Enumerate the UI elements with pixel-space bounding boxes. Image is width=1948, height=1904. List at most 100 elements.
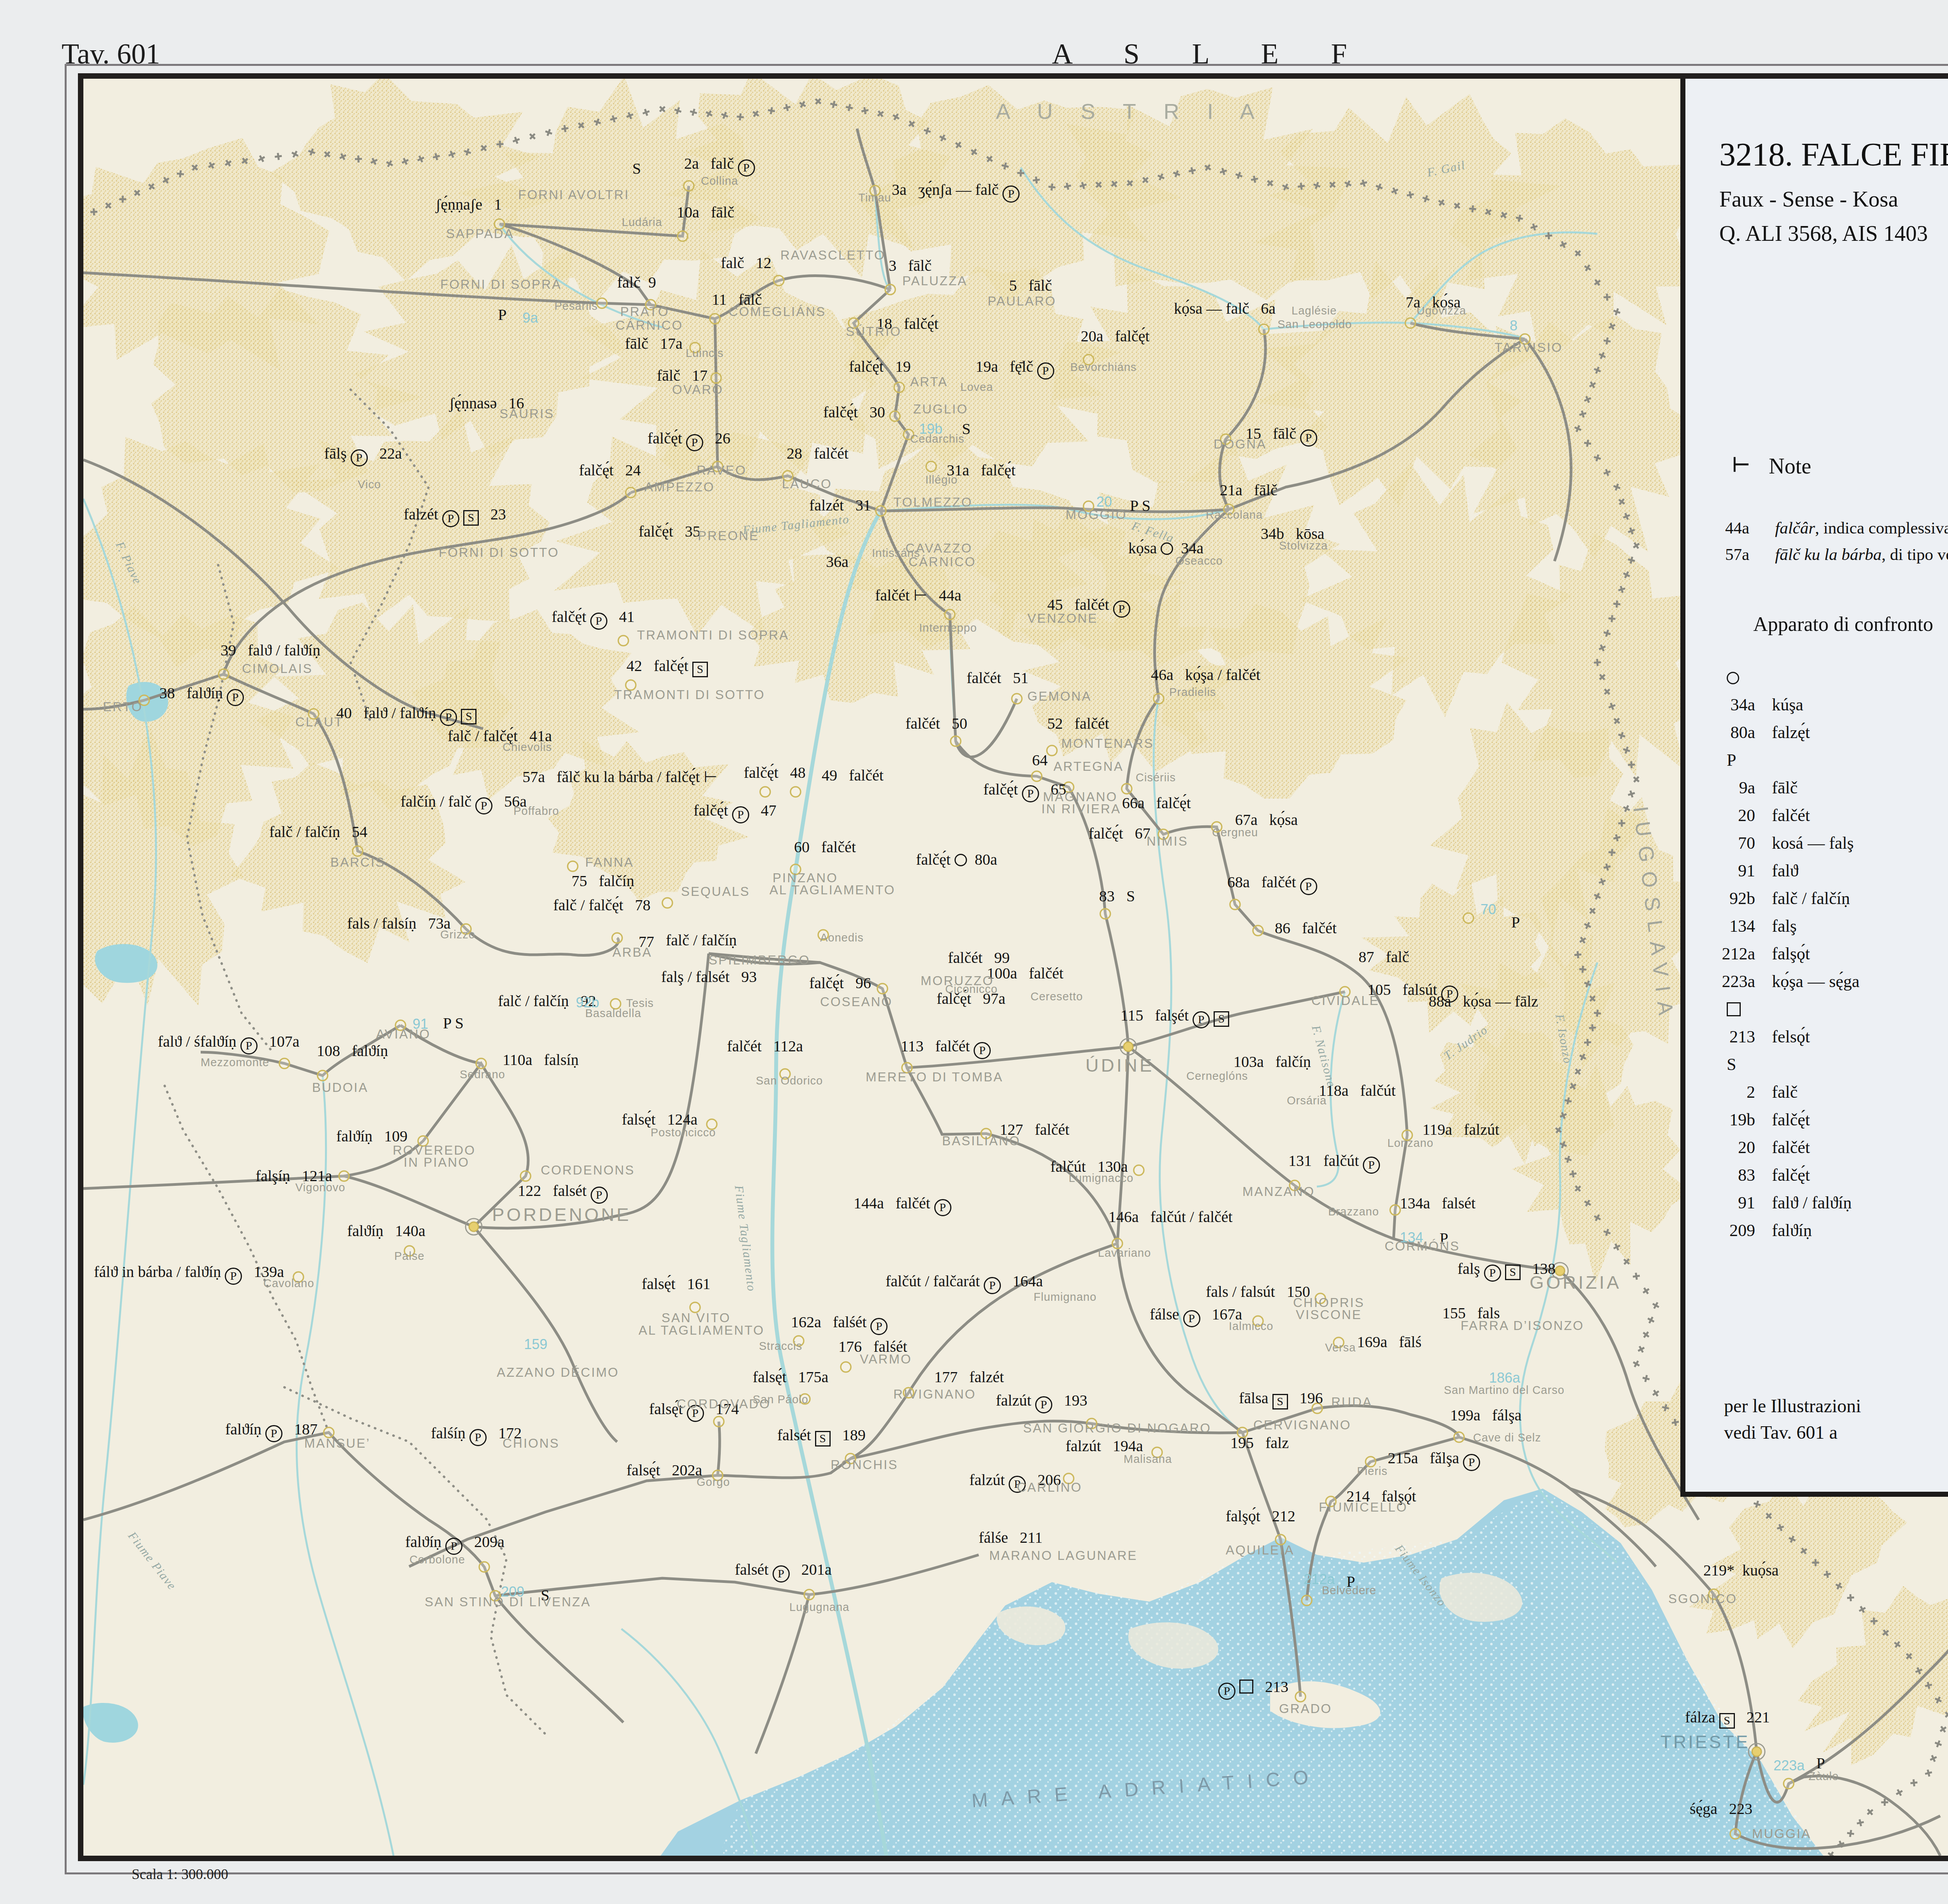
place-name: AQUILEIA <box>1226 1544 1294 1556</box>
region-label: MARE ADRIATICO <box>971 1766 1322 1810</box>
place-name: RONCHIS <box>831 1458 898 1471</box>
place-name: MANZANO <box>1242 1185 1315 1198</box>
river-label: Fiume Piave <box>126 1530 179 1592</box>
region-label: A U S T R I A <box>996 101 1265 122</box>
dialect-label: falsę́t 161 <box>642 1276 711 1292</box>
place-name: Gorgo <box>697 1477 730 1488</box>
river-label: F. Piave <box>114 540 144 586</box>
panel-title: 3218. FALCE FIENAIA, FRULLANA <box>1719 136 1948 173</box>
dialect-label: 57a fǎlč ku la bárba / falčę́t ⊢ <box>522 769 717 785</box>
apparato-num: 92b <box>1706 888 1755 908</box>
place-name: Postoncicco <box>651 1127 716 1138</box>
place-name: Bevorchiáns <box>1070 362 1137 373</box>
dialect-label: fālsa S 196 <box>1239 1390 1323 1409</box>
apparato-num: 20 <box>1706 805 1755 825</box>
dialect-label: falčíṇ / falč P 56a <box>401 794 527 814</box>
circled-p: P <box>738 159 755 177</box>
dialect-label: fálϑ in bárba / falϑíṇ P 139a <box>94 1264 284 1285</box>
square-symbol <box>1239 1680 1253 1694</box>
apparato-form: falčę́t <box>1772 1110 1810 1130</box>
river-label: T. Judrio <box>1442 1023 1490 1062</box>
point-number: 19b <box>919 422 942 436</box>
dialect-label: 87 falč <box>1359 949 1409 965</box>
dialect-label: falϑ / śfalϑíṇ P 107a <box>158 1034 300 1054</box>
point-number: 9a <box>522 311 538 325</box>
squared-s: S <box>1272 1394 1288 1409</box>
apparato-num: 70 <box>1706 833 1755 853</box>
city-name: GORIZIA <box>1530 1273 1621 1291</box>
dialect-label: falzét 31 <box>809 498 871 513</box>
place-name: ERTO <box>103 700 143 713</box>
dialect-label: ʃę́ṇṇaʃe 1 <box>436 197 502 212</box>
note-item: 57a <box>1725 545 1749 564</box>
circled-p: P <box>442 510 459 527</box>
place-name: ARTA <box>910 375 948 388</box>
dialect-label: falzét P S 23 <box>404 507 506 527</box>
dialect-label: 119a falzút <box>1422 1122 1499 1137</box>
squared-s: S <box>461 709 476 724</box>
dialect-label: fālč 17a <box>625 336 683 351</box>
dialect-label: P 213 <box>1218 1679 1288 1700</box>
dialect-label: 60 falčét <box>794 839 856 855</box>
place-name: CLAUT <box>295 715 343 728</box>
circled-p: P <box>732 806 749 823</box>
place-name: IN RIVIERA <box>1041 802 1121 815</box>
place-name: CORDOVADO <box>677 1397 771 1410</box>
place-name: MORUZZO <box>921 974 994 987</box>
dialect-label: fálse P 167a <box>1150 1307 1242 1327</box>
circled-p: P <box>591 1187 608 1204</box>
dialect-label: falč 9 <box>617 275 656 290</box>
dialect-label: 195 falz <box>1230 1435 1289 1451</box>
place-name: Flumignano <box>1034 1291 1097 1303</box>
squared-s: S <box>1719 1713 1735 1729</box>
point-number: 212a <box>1304 1572 1335 1586</box>
dialect-label: falč / falčíṇ 54 <box>269 824 367 840</box>
apparato-form: kọ́şa — sę́ga <box>1772 971 1860 991</box>
dialect-label: 46a kọ́şa / falčét <box>1151 667 1260 683</box>
apparato-num: 83 <box>1706 1165 1755 1185</box>
circle-symbol <box>1727 672 1739 684</box>
circled-p: P <box>1113 601 1130 618</box>
place-name: PRATO <box>620 305 669 318</box>
illustr-note-1: per le Illustrazioni <box>1724 1395 1861 1417</box>
circled-p: P <box>934 1199 951 1216</box>
circled-p: P <box>1193 1011 1210 1028</box>
place-name: CIMOLAIS <box>242 662 313 675</box>
place-name: Lovea <box>960 382 993 393</box>
apparato-form: kosá — falş <box>1772 833 1854 853</box>
place-name: LÁUCO <box>782 477 832 490</box>
place-name: RIVIGNANO <box>893 1388 976 1401</box>
dialect-label: fálza S 221 <box>1685 1710 1770 1729</box>
illustr-note-2: vedi Tav. 601 a <box>1724 1422 1837 1443</box>
place-name: SAN VITO <box>662 1311 730 1324</box>
place-name: Vigonovo <box>295 1182 345 1193</box>
place-name: AL TAGLIAMENTO <box>639 1324 764 1337</box>
apparato-num: 209 <box>1706 1220 1755 1240</box>
dialect-label: 162a falśét P <box>791 1314 888 1335</box>
square-symbol <box>1727 1002 1741 1016</box>
dialect-label: falsę́t 124a <box>622 1112 697 1127</box>
place-name: Collina <box>701 175 738 187</box>
city-name: PORDENONE <box>492 1205 631 1224</box>
dialect-label: 20a falčę́t <box>1081 329 1150 344</box>
place-name: ARTEGNA <box>1053 760 1124 773</box>
note-heading: Note <box>1769 454 1811 479</box>
apparato-num: 134 <box>1706 916 1755 936</box>
place-name: Poffabro <box>513 805 559 817</box>
city-name: ÚDINE <box>1085 1056 1154 1074</box>
dialect-label: falč / falčę́t 78 <box>553 897 651 913</box>
circled-p: P <box>1035 1396 1052 1413</box>
place-name: SAN GIORGIO DI NOGARO <box>1023 1422 1211 1434</box>
dialect-label: 2a falč P <box>684 156 755 177</box>
apparato-form: falčét <box>1772 805 1810 825</box>
dialect-label: falzút 194a <box>1066 1438 1143 1454</box>
dialect-label: falčę́t 96 <box>809 975 871 991</box>
place-name: SÚTRIO <box>846 325 902 338</box>
place-name: Versa <box>1325 1342 1356 1353</box>
dialect-label: 100a falčét <box>987 966 1064 981</box>
circle-symbol <box>955 854 967 866</box>
circled-p: P <box>590 613 607 630</box>
dialect-label: falsę́t 175a <box>753 1369 828 1385</box>
apparato-num: 212a <box>1706 944 1755 964</box>
dialect-label: 105 falsút P <box>1367 982 1458 1003</box>
